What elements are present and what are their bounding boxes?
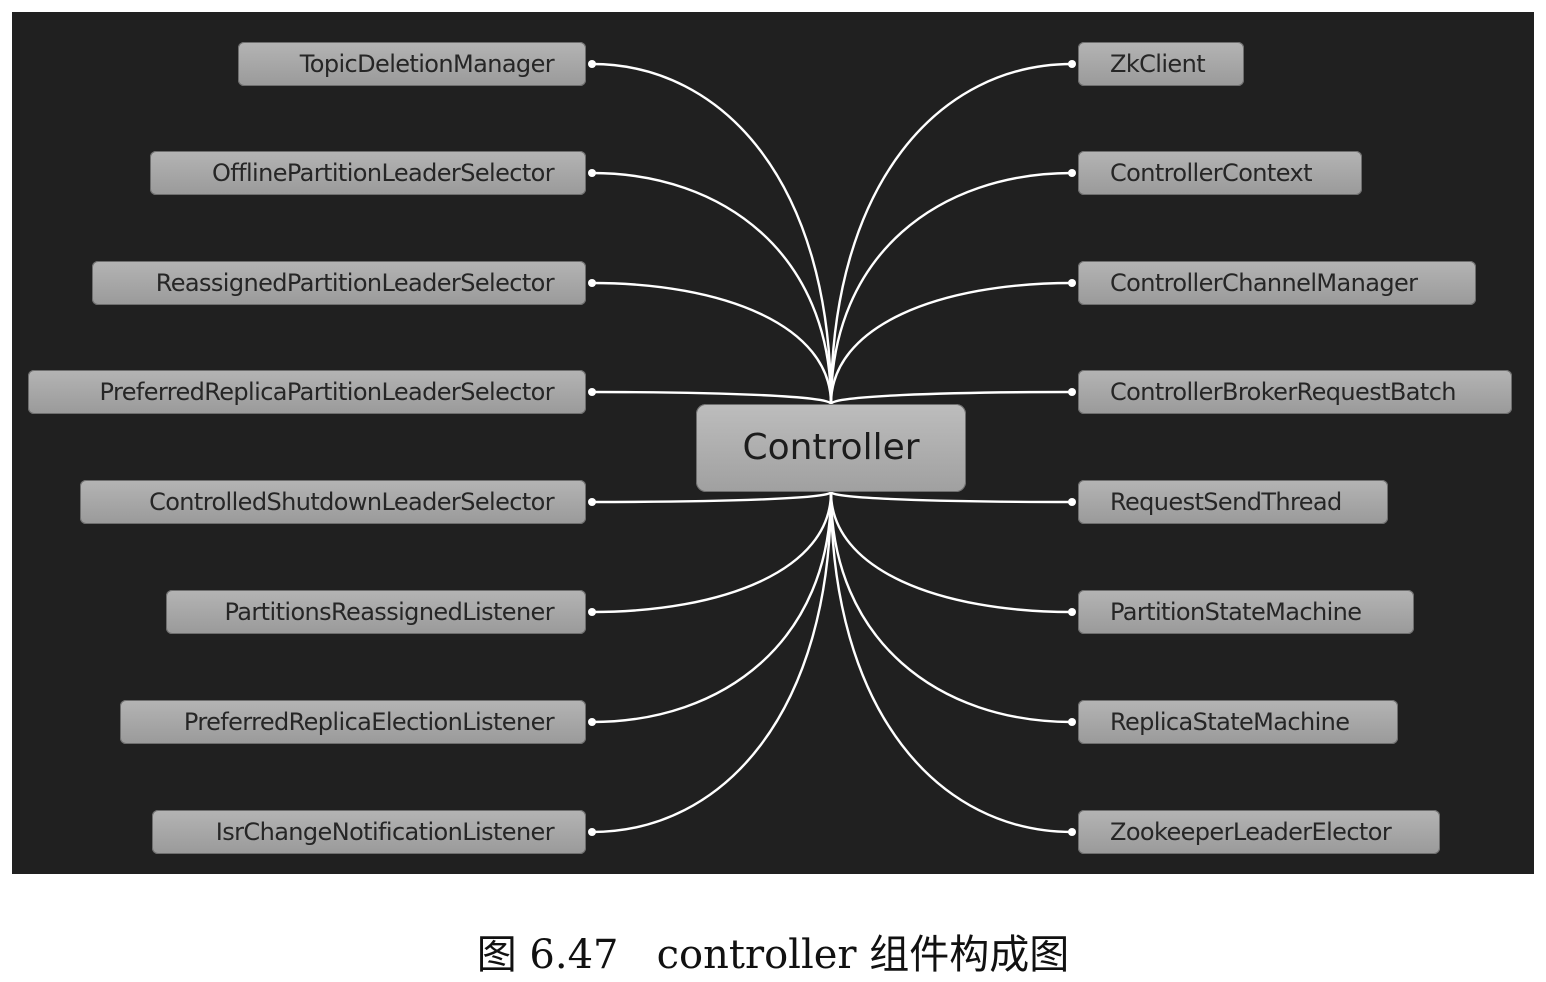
node-preferred-replica-election-listener: PreferredReplicaElectionListener [120, 700, 586, 744]
link-l-7 [591, 491, 833, 834]
link-r-3 [829, 390, 1073, 406]
link-anchor-dot-r-6 [1068, 718, 1076, 726]
node-controller-context: ControllerContext [1078, 151, 1362, 195]
link-r-0 [829, 62, 1073, 405]
node-partitions-reassigned-listener: PartitionsReassignedListener [166, 590, 586, 634]
link-anchor-dot-l-6 [588, 718, 596, 726]
link-l-4 [591, 490, 833, 504]
node-partition-state-machine: PartitionStateMachine [1078, 590, 1414, 634]
node-preferred-replica-partition-leader-selector: PreferredReplicaPartitionLeaderSelector [28, 370, 586, 414]
link-r-5 [829, 491, 1073, 614]
link-anchor-dot-r-3 [1068, 388, 1076, 396]
link-r-2 [829, 281, 1073, 405]
link-r-7 [829, 491, 1073, 834]
node-controlled-shutdown-leader-selector: ControlledShutdownLeaderSelector [80, 480, 586, 524]
link-anchor-dot-r-5 [1068, 608, 1076, 616]
link-anchor-dot-l-4 [588, 498, 596, 506]
figure-caption: 图 6.47 controller 组件构成图 [476, 932, 1070, 978]
link-anchor-dot-l-3 [588, 388, 596, 396]
link-anchor-dot-r-4 [1068, 498, 1076, 506]
link-l-0 [591, 62, 833, 405]
link-r-4 [829, 490, 1073, 504]
node-controller-broker-request-batch: ControllerBrokerRequestBatch [1078, 370, 1512, 414]
link-anchor-dot-r-1 [1068, 169, 1076, 177]
link-l-5 [591, 491, 833, 614]
controller-node: Controller [696, 404, 966, 492]
link-anchor-dot-l-0 [588, 60, 596, 68]
node-offline-partition-leader-selector: OfflinePartitionLeaderSelector [150, 151, 586, 195]
node-topic-deletion-manager: TopicDeletionManager [238, 42, 586, 86]
node-zookeeper-leader-elector: ZookeeperLeaderElector [1078, 810, 1440, 854]
link-l-3 [591, 390, 833, 406]
node-zk-client: ZkClient [1078, 42, 1244, 86]
link-anchor-dot-l-1 [588, 169, 596, 177]
link-anchor-dot-l-2 [588, 279, 596, 287]
node-replica-state-machine: ReplicaStateMachine [1078, 700, 1398, 744]
node-reassigned-partition-leader-selector: ReassignedPartitionLeaderSelector [92, 261, 586, 305]
link-anchor-dot-l-5 [588, 608, 596, 616]
node-controller-channel-manager: ControllerChannelManager [1078, 261, 1476, 305]
link-l-2 [591, 281, 833, 405]
link-anchor-dot-l-7 [588, 828, 596, 836]
link-anchor-dot-r-2 [1068, 279, 1076, 287]
link-anchor-dot-r-0 [1068, 60, 1076, 68]
link-anchor-dot-r-7 [1068, 828, 1076, 836]
node-request-send-thread: RequestSendThread [1078, 480, 1388, 524]
node-isr-change-notification-listener: IsrChangeNotificationListener [152, 810, 586, 854]
